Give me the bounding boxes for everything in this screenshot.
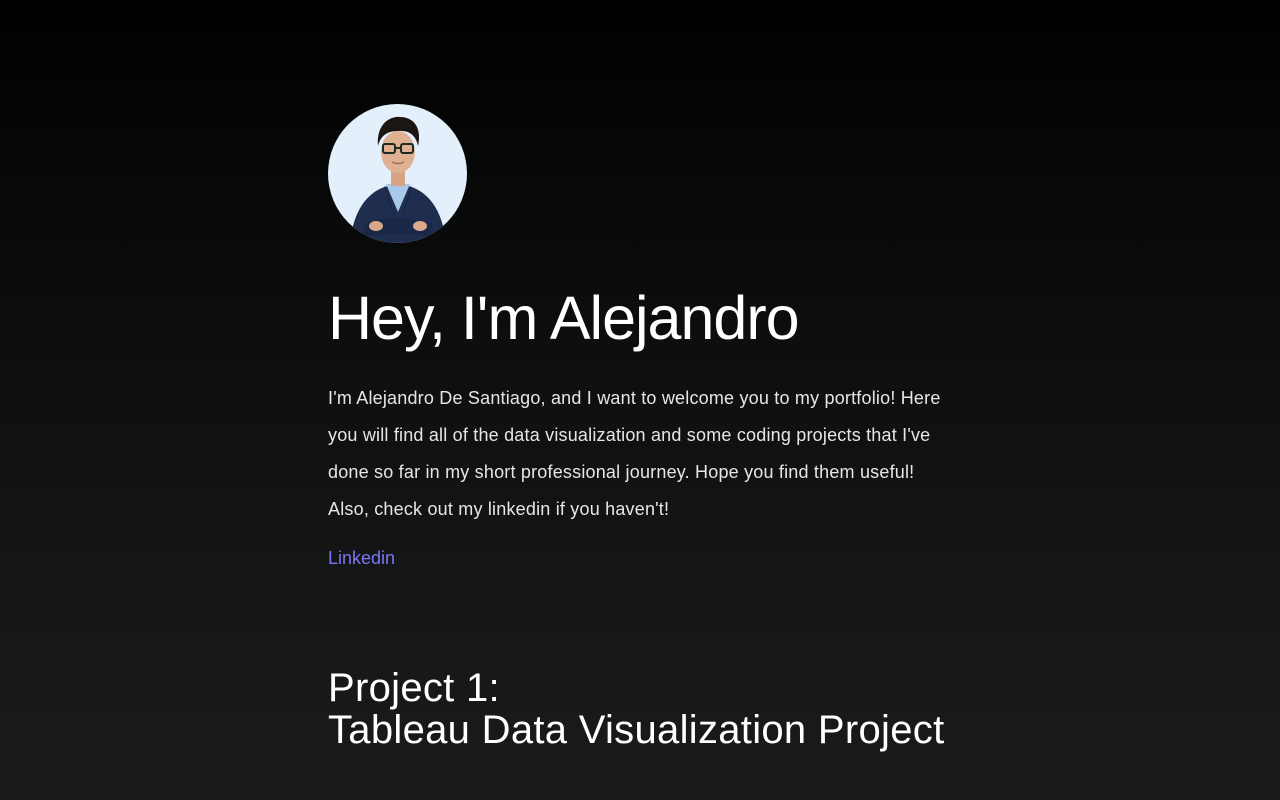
profile-avatar bbox=[328, 104, 467, 243]
page-title: Hey, I'm Alejandro bbox=[328, 284, 800, 352]
project-name: Tableau Data Visualization Project bbox=[328, 708, 945, 753]
linkedin-prompt: Also, check out my linkedin if you haven… bbox=[328, 499, 670, 520]
linkedin-link[interactable]: Linkedin bbox=[328, 548, 395, 569]
project-number: Project 1: bbox=[328, 666, 500, 711]
person-portrait-icon bbox=[328, 104, 467, 243]
intro-text: I'm Alejandro De Santiago, and I want to… bbox=[328, 380, 952, 528]
main-content: Hey, I'm Alejandro I'm Alejandro De Sant… bbox=[328, 104, 952, 751]
intro-paragraph: I'm Alejandro De Santiago, and I want to… bbox=[328, 388, 941, 483]
project-heading: Project 1: Tableau Data Visualization Pr… bbox=[328, 667, 952, 751]
